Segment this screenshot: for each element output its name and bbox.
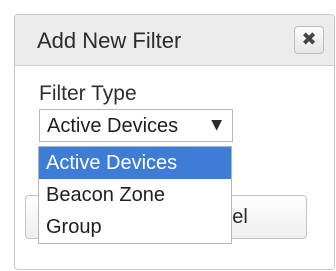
dropdown-option-active-devices[interactable]: Active Devices <box>39 147 231 179</box>
chevron-down-icon: ▼ <box>211 117 222 133</box>
close-icon: ✖ <box>301 29 317 50</box>
close-button[interactable]: ✖ <box>294 26 324 54</box>
dropdown-option-group[interactable]: Group <box>39 211 231 243</box>
dialog-title: Add New Filter <box>37 28 182 53</box>
filter-type-select[interactable]: Active Devices ▼ <box>39 109 233 142</box>
filter-type-selected-value: Active Devices <box>47 115 179 137</box>
dialog-header: Add New Filter ✖ <box>15 15 334 66</box>
filter-type-dropdown: Active Devices Beacon Zone Group <box>38 146 232 244</box>
filter-type-label: Filter Type <box>39 82 137 105</box>
dropdown-option-beacon-zone[interactable]: Beacon Zone <box>39 179 231 211</box>
